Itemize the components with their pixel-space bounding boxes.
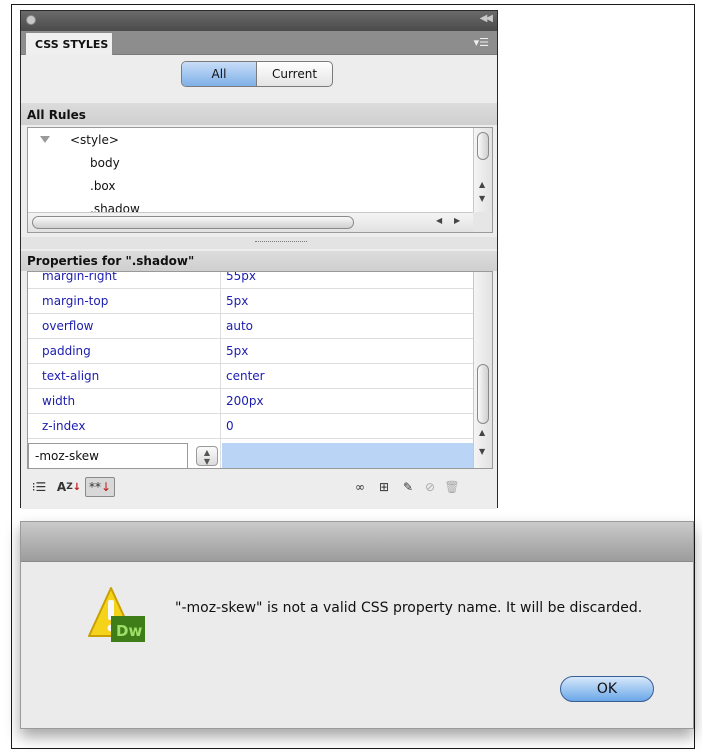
property-row[interactable]: margin-top 5px xyxy=(28,289,474,314)
scroll-left-icon[interactable]: ◀ xyxy=(436,216,442,225)
new-css-rule-icon[interactable]: ⊞ xyxy=(373,477,395,497)
rules-horizontal-scrollbar[interactable]: ◀ ▶ xyxy=(28,212,474,232)
scroll-down-icon[interactable]: ▼ xyxy=(479,194,485,203)
alert-dialog: Dw "-moz-skew" is not a valid CSS proper… xyxy=(20,521,694,729)
property-name: width xyxy=(42,394,76,408)
rule-style[interactable]: <style> xyxy=(28,130,228,150)
all-mode-button[interactable]: All xyxy=(182,62,257,86)
ok-button[interactable]: OK xyxy=(560,676,654,702)
grip-icon[interactable] xyxy=(255,241,307,243)
property-value[interactable]: 5px xyxy=(226,294,248,308)
new-property-row: -moz-skew ▲ ▼ xyxy=(28,443,474,468)
property-value[interactable]: center xyxy=(226,369,265,383)
column-divider xyxy=(220,272,221,468)
property-name: z-index xyxy=(42,419,86,433)
scroll-up-icon[interactable]: ▲ xyxy=(479,428,485,437)
new-property-name-field[interactable]: -moz-skew xyxy=(28,443,188,468)
panel-tabstrip: CSS STYLES ▾☰ xyxy=(21,31,497,56)
close-dot-icon[interactable] xyxy=(26,15,36,25)
scroll-thumb[interactable] xyxy=(477,364,489,424)
rules-tree: <style> body .box .shadow ▲ ▼ ◀ ▶ xyxy=(27,127,493,233)
scroll-corner xyxy=(473,212,492,232)
scroll-thumb[interactable] xyxy=(32,216,354,229)
rules-list: <style> body .box .shadow xyxy=(28,128,474,212)
property-row[interactable]: text-align center xyxy=(28,364,474,389)
scroll-thumb[interactable] xyxy=(477,132,489,160)
panel-toolbar: ⁝☰ A Z ↓ ** ↓ ∞ ⊞ ✎ ⊘ 🗑 xyxy=(21,471,497,509)
pane-splitter[interactable] xyxy=(21,237,497,249)
rule-label: <style> xyxy=(70,133,119,147)
attach-stylesheet-icon[interactable]: ∞ xyxy=(349,477,371,497)
show-set-properties-icon[interactable]: ** ↓ xyxy=(85,477,115,497)
properties-vertical-scrollbar[interactable]: ▲ ▼ xyxy=(473,272,492,468)
az-sort-icon[interactable]: A Z ↓ xyxy=(55,477,83,497)
collapse-icon[interactable]: ◀◀ xyxy=(480,13,493,24)
property-name: text-align xyxy=(42,369,100,383)
warning-icon: Dw xyxy=(87,586,147,644)
mode-switch: All Current xyxy=(181,61,333,87)
css-styles-panel: ◀◀ CSS STYLES ▾☰ All Current All Rules <… xyxy=(20,10,498,509)
rule-box[interactable]: .box xyxy=(90,176,230,196)
rule-label: .shadow xyxy=(90,202,140,212)
rules-vertical-scrollbar[interactable]: ▲ ▼ xyxy=(473,128,492,212)
all-rules-header: All Rules xyxy=(21,103,497,125)
new-property-value-field[interactable] xyxy=(222,443,474,468)
dialog-titlebar[interactable] xyxy=(21,522,693,562)
rule-body[interactable]: body xyxy=(90,153,230,173)
rule-label: body xyxy=(90,156,120,170)
property-name: margin-right xyxy=(42,271,117,283)
scroll-up-icon[interactable]: ▲ xyxy=(479,180,485,189)
tab-css-styles[interactable]: CSS STYLES xyxy=(25,32,113,56)
edit-rule-icon[interactable]: ✎ xyxy=(397,477,419,497)
property-value[interactable]: 5px xyxy=(226,344,248,358)
property-row[interactable]: overflow auto xyxy=(28,314,474,339)
property-name: overflow xyxy=(42,319,94,333)
scroll-right-icon[interactable]: ▶ xyxy=(454,216,460,225)
disclosure-triangle-icon[interactable] xyxy=(40,136,50,143)
property-row[interactable]: margin-right 55px xyxy=(28,271,474,289)
property-name: margin-top xyxy=(42,294,109,308)
property-name: padding xyxy=(42,344,91,358)
property-dropdown-stepper[interactable]: ▲ ▼ xyxy=(196,446,218,466)
rule-shadow[interactable]: .shadow xyxy=(90,199,230,212)
property-value[interactable]: 200px xyxy=(226,394,264,408)
scroll-down-icon[interactable]: ▼ xyxy=(479,447,485,456)
panel-titlebar[interactable]: ◀◀ xyxy=(21,11,497,31)
panel-menu-icon[interactable]: ▾☰ xyxy=(474,36,489,49)
delete-rule-icon[interactable]: 🗑 xyxy=(441,477,463,497)
property-row[interactable]: width 200px xyxy=(28,389,474,414)
list-view-icon[interactable]: ⁝☰ xyxy=(29,477,49,497)
properties-grid: margin-right 55px margin-top 5px overflo… xyxy=(27,271,493,469)
property-row[interactable]: z-index 0 xyxy=(28,414,474,439)
property-row[interactable]: padding 5px xyxy=(28,339,474,364)
properties-header: Properties for ".shadow" xyxy=(21,251,497,271)
property-value[interactable]: auto xyxy=(226,319,253,333)
property-value[interactable]: 0 xyxy=(226,419,234,433)
alert-message: "-moz-skew" is not a valid CSS property … xyxy=(175,600,643,616)
property-value[interactable]: 55px xyxy=(226,272,256,283)
dw-badge: Dw xyxy=(116,622,143,640)
disable-property-icon[interactable]: ⊘ xyxy=(419,477,441,497)
panel-body: All Current All Rules <style> body .box … xyxy=(21,55,497,509)
rule-label: .box xyxy=(90,179,116,193)
current-mode-button[interactable]: Current xyxy=(257,62,332,86)
